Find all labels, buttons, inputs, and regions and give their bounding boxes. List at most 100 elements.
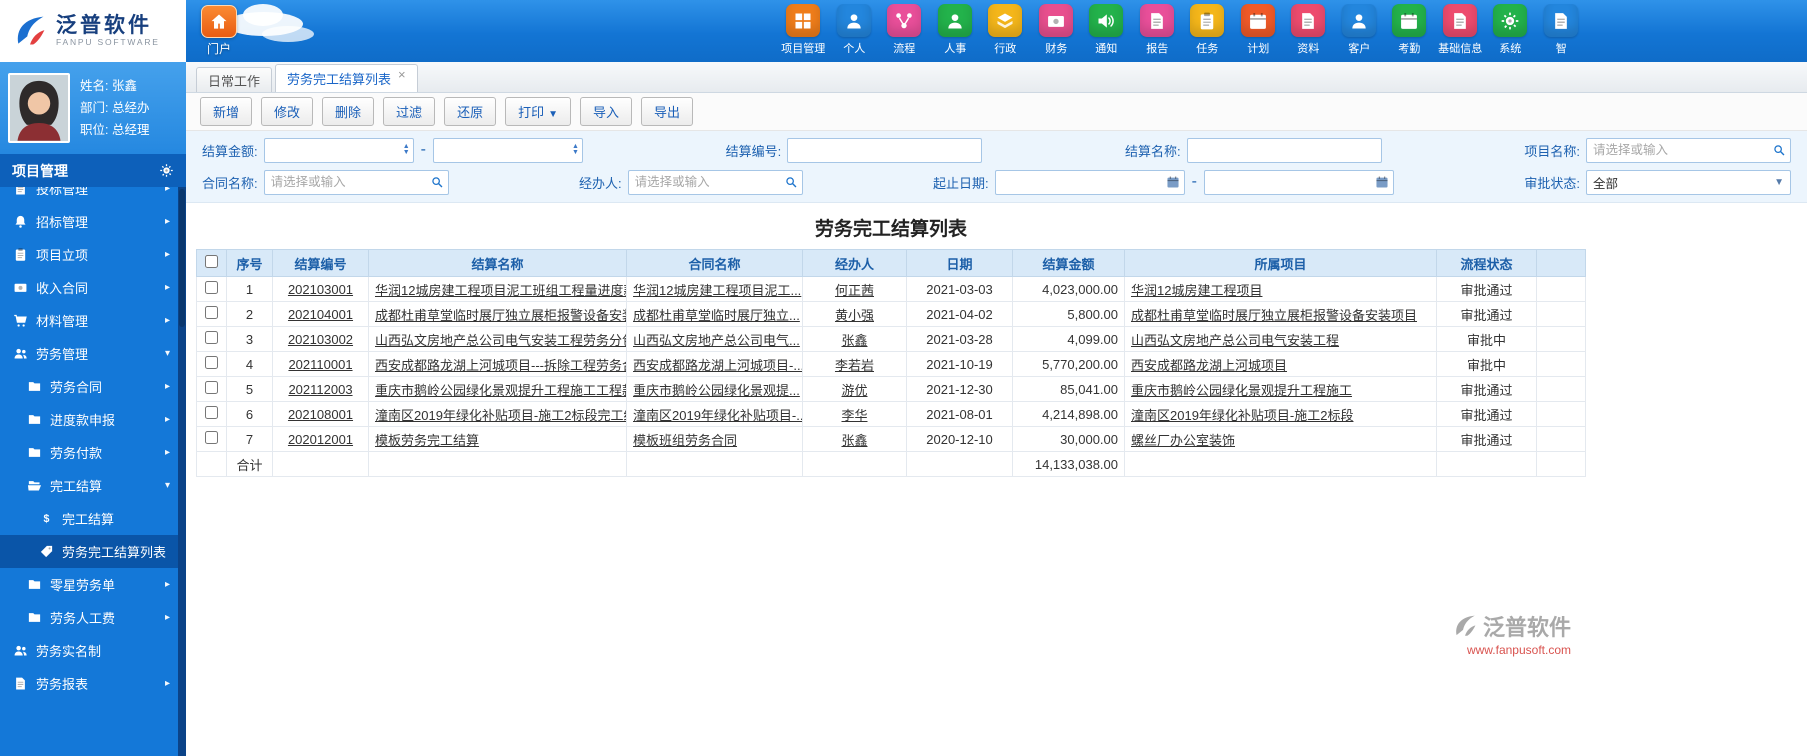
sidebar-item[interactable]: 完工结算 ▾ (0, 469, 178, 502)
agent-link[interactable]: 黄小强 (802, 301, 907, 327)
toolbar-button[interactable]: 过滤 (383, 97, 436, 126)
sidebar-scrollbar[interactable] (178, 187, 186, 756)
project-link[interactable]: 重庆市鹅岭公园绿化景观提升工程施工 (1124, 376, 1437, 402)
portal-nav-item[interactable]: 门户 (196, 5, 242, 57)
settlement-name-link[interactable]: 潼南区2019年绿化补贴项目-施工2标段完工结算 (368, 401, 627, 427)
column-header[interactable]: 合同名称 (626, 249, 803, 277)
settlement-name-link[interactable]: 华润12城房建工程项目泥工班组工程量进度款 (368, 276, 627, 302)
contract-name-link[interactable]: 华润12城房建工程项目泥工... (626, 276, 803, 302)
project-link[interactable]: 华润12城房建工程项目 (1124, 276, 1437, 302)
topnav-item[interactable]: 财务 (1031, 4, 1082, 61)
spinner-arrows-icon[interactable]: ▲ ▼ (403, 143, 410, 156)
sidebar-scrollbar-thumb[interactable] (179, 189, 185, 327)
project-name-input[interactable] (1585, 137, 1791, 163)
sidebar-item[interactable]: 收入合同 ▸ (0, 271, 178, 304)
sidebar-item[interactable]: 进度款申报 ▸ (0, 403, 178, 436)
project-link[interactable]: 西安成都路龙湖上河城项目 (1124, 351, 1437, 377)
contract-name-link[interactable]: 西安成都路龙湖上河城项目-... (626, 351, 803, 377)
date-end-input[interactable] (1203, 169, 1394, 195)
column-header[interactable]: 日期 (906, 249, 1013, 277)
table-row[interactable]: 6 202108001 潼南区2019年绿化补贴项目-施工2标段完工结算 潼南区201… (196, 401, 1586, 427)
settlement-name-link[interactable]: 山西弘文房地产总公司电气安装工程劳务分包... (368, 326, 627, 352)
contract-name-link[interactable]: 成都杜甫草堂临时展厅独立... (626, 301, 803, 327)
toolbar-button[interactable]: 导入 (580, 97, 633, 126)
settlement-name-link[interactable]: 模板劳务完工结算 (368, 426, 627, 452)
search-icon[interactable] (1772, 143, 1786, 157)
topnav-item[interactable]: 考勤 (1384, 4, 1435, 61)
topnav-item[interactable]: 行政 (980, 4, 1031, 61)
agent-link[interactable]: 张鑫 (802, 326, 907, 352)
topnav-item[interactable]: 任务 (1182, 4, 1233, 61)
settlement-name-input[interactable] (1186, 137, 1382, 163)
sidebar-item[interactable]: 项目立项 ▸ (0, 238, 178, 271)
spinner-arrows-icon[interactable]: ▲ ▼ (572, 143, 579, 156)
sidebar-item[interactable]: 完工结算 (0, 502, 178, 535)
agent-link[interactable]: 张鑫 (802, 426, 907, 452)
table-row[interactable]: 7 202012001 模板劳务完工结算 模板班组劳务合同 张鑫 2020-12-10 30… (196, 426, 1586, 452)
close-icon[interactable]: × (398, 68, 406, 81)
column-header[interactable]: 流程状态 (1436, 249, 1537, 277)
settlement-no-link[interactable]: 202104001 (272, 301, 369, 327)
toolbar-button[interactable]: 还原 (444, 97, 497, 126)
column-header[interactable]: 结算名称 (368, 249, 627, 277)
toolbar-button[interactable]: 修改 (261, 97, 314, 126)
settlement-no-link[interactable]: 202012001 (272, 426, 369, 452)
sidebar-item[interactable]: 劳务实名制 (0, 634, 178, 667)
agent-input[interactable] (627, 169, 803, 195)
settlement-no-link[interactable]: 202103002 (272, 326, 369, 352)
row-checkbox[interactable] (205, 406, 218, 419)
date-start-input[interactable] (994, 169, 1185, 195)
sidebar-module-header[interactable]: 项目管理 (0, 154, 186, 187)
topnav-item[interactable]: 流程 (879, 4, 930, 61)
sidebar-item[interactable]: 零星劳务单 ▸ (0, 568, 178, 601)
topnav-item[interactable]: 资料 (1283, 4, 1334, 61)
settlement-no-link[interactable]: 202108001 (272, 401, 369, 427)
topnav-item[interactable]: 智 (1536, 4, 1585, 61)
row-checkbox[interactable] (205, 431, 218, 444)
sidebar-item[interactable]: 劳务合同 ▸ (0, 370, 178, 403)
settlement-name-link[interactable]: 西安成都路龙湖上河城项目---拆除工程劳务合... (368, 351, 627, 377)
column-header[interactable]: 序号 (226, 249, 273, 277)
table-row[interactable]: 4 202110001 西安成都路龙湖上河城项目---拆除工程劳务合... 西安成都路… (196, 351, 1586, 377)
amount-max-input[interactable] (432, 137, 583, 163)
topnav-item[interactable]: 计划 (1233, 4, 1284, 61)
topnav-item[interactable]: 系统 (1485, 4, 1536, 61)
search-icon[interactable] (784, 175, 798, 189)
topnav-item[interactable]: 通知 (1081, 4, 1132, 61)
column-header[interactable]: 结算金额 (1012, 249, 1125, 277)
topnav-item[interactable]: 项目管理 (778, 4, 829, 61)
calendar-icon[interactable] (1166, 175, 1180, 189)
select-all-checkbox[interactable] (205, 255, 218, 268)
tab-labor-settlement-list[interactable]: 劳务完工结算列表 × (275, 64, 418, 92)
table-row[interactable]: 5 202112003 重庆市鹅岭公园绿化景观提升工程施工工程款... 重庆市鹅岭公园… (196, 376, 1586, 402)
settlement-no-input[interactable] (787, 137, 983, 163)
contract-name-input[interactable] (263, 169, 449, 195)
row-checkbox[interactable] (205, 381, 218, 394)
gear-icon[interactable] (159, 163, 174, 178)
amount-min-input[interactable] (263, 137, 414, 163)
contract-name-link[interactable]: 山西弘文房地产总公司电气... (626, 326, 803, 352)
contract-name-link[interactable]: 模板班组劳务合同 (626, 426, 803, 452)
table-row[interactable]: 3 202103002 山西弘文房地产总公司电气安装工程劳务分包... 山西弘文房地产… (196, 326, 1586, 352)
table-row[interactable]: 2 202104001 成都杜甫草堂临时展厅独立展柜报警设备安装... 成都杜甫草堂临… (196, 301, 1586, 327)
toolbar-button[interactable]: 打印 ▼ (505, 97, 571, 126)
settlement-no-link[interactable]: 202110001 (272, 351, 369, 377)
project-link[interactable]: 螺丝厂办公室装饰 (1124, 426, 1437, 452)
row-checkbox[interactable] (205, 306, 218, 319)
calendar-icon[interactable] (1375, 175, 1389, 189)
topnav-item[interactable]: 人事 (930, 4, 981, 61)
agent-link[interactable]: 李若岩 (802, 351, 907, 377)
approval-status-select[interactable]: 全部 ▼ (1586, 169, 1791, 195)
agent-link[interactable]: 游优 (802, 376, 907, 402)
project-link[interactable]: 山西弘文房地产总公司电气安装工程 (1124, 326, 1437, 352)
sidebar-item[interactable]: 劳务付款 ▸ (0, 436, 178, 469)
search-icon[interactable] (430, 175, 444, 189)
sidebar-item[interactable]: 劳务管理 ▾ (0, 337, 178, 370)
topnav-item[interactable]: 基础信息 (1435, 4, 1486, 61)
topnav-item[interactable]: 报告 (1132, 4, 1183, 61)
table-row[interactable]: 1 202103001 华润12城房建工程项目泥工班组工程量进度款 华润12城房建工程… (196, 276, 1586, 302)
settlement-name-link[interactable]: 成都杜甫草堂临时展厅独立展柜报警设备安装... (368, 301, 627, 327)
sidebar-item[interactable]: 招标管理 ▸ (0, 205, 178, 238)
settlement-name-link[interactable]: 重庆市鹅岭公园绿化景观提升工程施工工程款... (368, 376, 627, 402)
topnav-item[interactable]: 客户 (1334, 4, 1385, 61)
